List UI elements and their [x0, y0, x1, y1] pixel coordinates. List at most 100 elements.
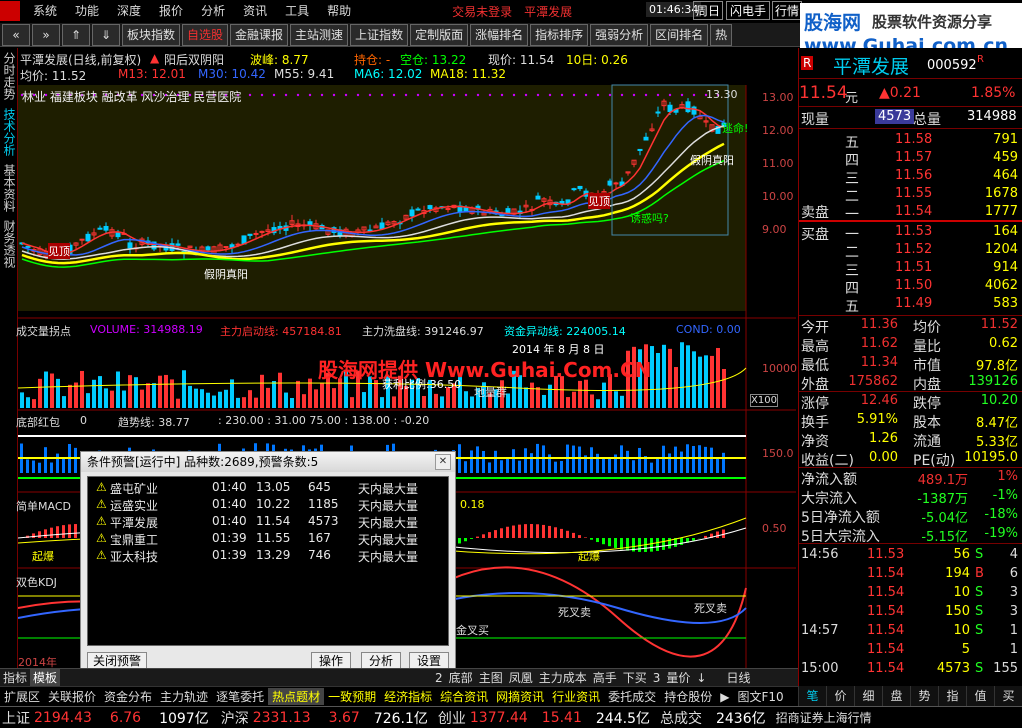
nav-main-cost[interactable]: 主力成本 — [536, 669, 590, 686]
tab-price[interactable]: 价 — [826, 686, 854, 706]
tb-sector-index[interactable]: 板块指数 — [122, 23, 181, 46]
menu-tools[interactable]: 工具 — [276, 0, 318, 22]
macd-tag: 起爆 — [32, 550, 54, 563]
alert-list[interactable]: ⚠ 盛屯矿业 01:40 13.05 645 天内最大量 ⚠ 运盛实业 01:4… — [87, 476, 449, 646]
tb-range-rank[interactable]: 区间排名 — [650, 23, 709, 46]
marker-dot — [620, 93, 624, 97]
trade-status[interactable]: 交易未登录 — [446, 3, 518, 20]
hs-label[interactable]: 沪深 — [219, 708, 251, 728]
sell-label: 卖盘 — [801, 205, 829, 221]
up-arrow-icon[interactable]: ⇑ — [62, 23, 90, 46]
ext-deals[interactable]: 委托成交 — [604, 688, 660, 705]
tab-ticks[interactable]: 笔 — [798, 686, 826, 706]
nav-bottom[interactable]: 底部 — [446, 669, 476, 686]
buy-price[interactable]: 11.52 — [895, 242, 932, 257]
nav-daily[interactable]: 日线 — [723, 669, 753, 686]
nav-template[interactable]: 模板 — [30, 669, 61, 686]
ext-hot-topics[interactable]: 热点题材 — [268, 688, 325, 705]
menu-depth[interactable]: 深度 — [108, 0, 150, 22]
nav-buy-low[interactable]: 下买 — [620, 669, 650, 686]
tb-watchlist[interactable]: 自选股 — [182, 23, 229, 46]
ext-web-news[interactable]: 网摘资讯 — [492, 688, 548, 705]
tick-vol: 4573 — [936, 661, 970, 676]
marker-dot — [488, 93, 492, 97]
buy-price[interactable]: 11.53 — [895, 224, 932, 239]
buy-vol: 583 — [993, 296, 1018, 311]
back-arrow-icon[interactable]: « — [2, 23, 30, 46]
tb-hot[interactable]: 热 — [710, 23, 733, 46]
ext-consensus[interactable]: 一致预期 — [324, 688, 380, 705]
tab-detail[interactable]: 细 — [854, 686, 882, 706]
red-panel-bar — [464, 461, 467, 473]
menu-news[interactable]: 资讯 — [234, 0, 276, 22]
play-icon[interactable]: ▶ — [716, 690, 733, 704]
close-icon[interactable]: ✕ — [435, 454, 451, 470]
tab-technical[interactable]: 技术分析 — [0, 104, 18, 160]
sell-price[interactable]: 11.57 — [895, 150, 932, 165]
menu-help[interactable]: 帮助 — [318, 0, 360, 22]
menu-function[interactable]: 功能 — [66, 0, 108, 22]
tb-finance-class[interactable]: 金融课报 — [230, 23, 289, 46]
ext-orders[interactable]: 逐笔委托 — [212, 688, 268, 705]
menu-quote[interactable]: 报价 — [150, 0, 192, 22]
ext-capital[interactable]: 资金分布 — [100, 688, 156, 705]
buy-price[interactable]: 11.49 — [895, 296, 932, 311]
list-item[interactable]: ⚠ 盛屯矿业 01:40 13.05 645 天内最大量 — [88, 479, 448, 496]
period-button[interactable]: 周日 — [693, 1, 724, 20]
tb-custom-layout[interactable]: 定制版面 — [410, 23, 469, 46]
tb-strength[interactable]: 强弱分析 — [590, 23, 649, 46]
nav-3[interactable]: 3 — [650, 671, 664, 685]
list-item[interactable]: ⚠ 平潭发展 01:40 11.54 4573 天内最大量 — [88, 513, 448, 530]
tab-index[interactable]: 指 — [938, 686, 966, 706]
down-arrow-icon[interactable]: ⇓ — [92, 23, 120, 46]
tab-value[interactable]: 值 — [966, 686, 994, 706]
red-panel-bar — [692, 445, 695, 473]
tab-trend[interactable]: 势 — [910, 686, 938, 706]
ext-main-track[interactable]: 主力轨迹 — [156, 688, 212, 705]
tab-financial[interactable]: 财务透视 — [0, 216, 18, 272]
stat-value: 0.00 — [869, 450, 898, 465]
buy-price[interactable]: 11.50 — [895, 278, 932, 293]
flash-trade-button[interactable]: 闪电手 — [726, 1, 771, 20]
list-item[interactable]: ⚠ 宝鼎重工 01:39 11.55 167 天内最大量 — [88, 530, 448, 547]
sh-label[interactable]: 上证 — [0, 708, 32, 728]
tick-count: 1 — [1009, 623, 1018, 638]
tab-basic-info[interactable]: 基本资料 — [0, 160, 18, 216]
sell-price[interactable]: 11.55 — [895, 186, 932, 201]
nav-phoenix[interactable]: 凤凰 — [506, 669, 536, 686]
tab-book[interactable]: 盘 — [882, 686, 910, 706]
cy-label[interactable]: 创业 — [436, 708, 468, 728]
ext-news[interactable]: 综合资讯 — [436, 688, 492, 705]
tab-buy[interactable]: 买 — [994, 686, 1022, 706]
sell-price[interactable]: 11.54 — [895, 204, 932, 219]
dialog-title[interactable]: 条件预警[运行中] 品种数:2689,预警条数:5 — [81, 452, 455, 472]
marker-dot — [320, 93, 324, 97]
ext-econ[interactable]: 经济指标 — [380, 688, 436, 705]
nav-2[interactable]: 2 — [432, 671, 446, 685]
tb-speed-test[interactable]: 主站测速 — [290, 23, 349, 46]
buy-price[interactable]: 11.51 — [895, 260, 932, 275]
forward-arrow-icon[interactable]: » — [32, 23, 60, 46]
tab-intraday[interactable]: 分时走势 — [0, 48, 18, 104]
sell-price[interactable]: 11.56 — [895, 168, 932, 183]
ext-f10[interactable]: 图文F10 — [733, 688, 787, 705]
nav-vol-price[interactable]: 量价 — [663, 669, 693, 686]
quote-button[interactable]: 行情 — [772, 1, 803, 20]
tb-sh-index[interactable]: 上证指数 — [350, 23, 409, 46]
ext-holdings[interactable]: 持仓股份 — [660, 688, 716, 705]
list-item[interactable]: ⚠ 运盛实业 01:40 10.22 1185 天内最大量 — [88, 496, 448, 513]
nav-arrow-down-icon[interactable]: ↓ — [693, 671, 709, 685]
tb-indicator-sort[interactable]: 指标排序 — [530, 23, 589, 46]
macd-bar — [548, 525, 551, 538]
ext-area[interactable]: 扩展区 — [0, 688, 44, 705]
sell-price[interactable]: 11.58 — [895, 132, 932, 147]
tb-gain-rank[interactable]: 涨幅排名 — [470, 23, 529, 46]
nav-expert[interactable]: 高手 — [590, 669, 620, 686]
menu-analysis[interactable]: 分析 — [192, 0, 234, 22]
ext-related[interactable]: 关联报价 — [44, 688, 100, 705]
menu-system[interactable]: 系统 — [24, 0, 66, 22]
list-item[interactable]: ⚠ 亚太科技 01:39 13.29 746 天内最大量 — [88, 547, 448, 564]
ext-industry[interactable]: 行业资讯 — [548, 688, 604, 705]
nav-main[interactable]: 主图 — [476, 669, 506, 686]
nav-indicator[interactable]: 指标 — [0, 669, 30, 686]
